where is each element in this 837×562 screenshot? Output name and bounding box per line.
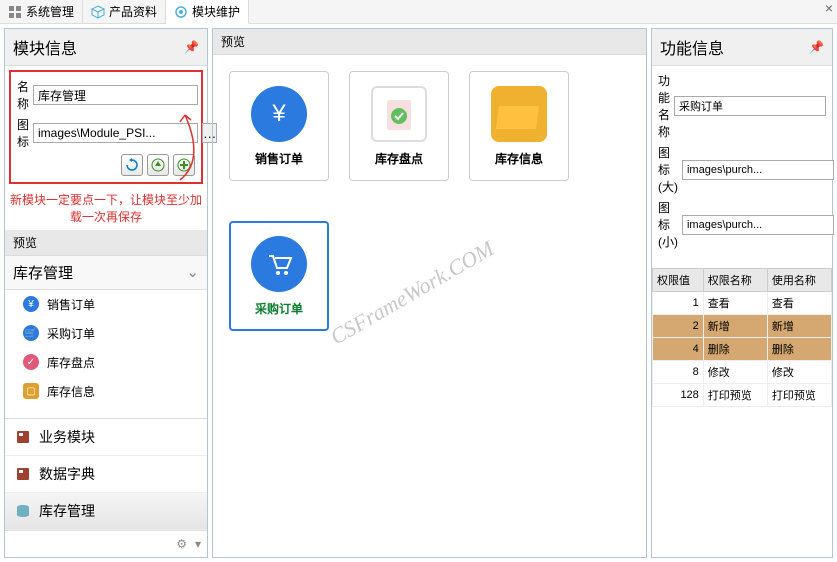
nav-label: 数据字典 xyxy=(39,464,95,484)
col-name[interactable]: 权限名称 xyxy=(703,269,767,292)
table-row[interactable]: 1 查看 查看 xyxy=(653,292,832,315)
card-stock-info[interactable]: 库存信息 xyxy=(469,71,569,181)
tab-label: 模块维护 xyxy=(192,3,240,20)
tree-item-label: 库存信息 xyxy=(47,383,95,400)
panel-title: 功能信息 xyxy=(660,35,724,59)
function-form: 功能名称 图标(大) … 图标(小) … xyxy=(652,66,832,260)
refresh-button[interactable] xyxy=(121,154,143,176)
nav-stock-manage[interactable]: 库存管理 xyxy=(5,493,207,530)
icon-small-label: 图标(小) xyxy=(658,199,678,250)
folder-icon: ▢ xyxy=(23,383,39,399)
col-use[interactable]: 使用名称 xyxy=(767,269,831,292)
card-label: 库存信息 xyxy=(495,150,543,167)
clipboard-icon xyxy=(371,86,427,142)
card-stock-check[interactable]: 库存盘点 xyxy=(349,71,449,181)
pin-icon[interactable]: 📌 xyxy=(809,40,824,54)
icon-big-label: 图标(大) xyxy=(658,144,678,195)
tree-item-sales-order[interactable]: ¥ 销售订单 xyxy=(5,290,207,319)
name-label: 名称 xyxy=(17,78,29,112)
folder-icon xyxy=(491,86,547,142)
tree-list: ¥ 销售订单 🛒 采购订单 ✓ 库存盘点 ▢ 库存信息 xyxy=(5,290,207,418)
tree-item-label: 采购订单 xyxy=(47,325,95,342)
move-up-button[interactable] xyxy=(147,154,169,176)
chevron-down-icon: ⌄ xyxy=(186,263,199,281)
tree-item-purchase-order[interactable]: 🛒 采购订单 xyxy=(5,319,207,348)
nav-business-module[interactable]: 业务模块 xyxy=(5,419,207,456)
nav-label: 业务模块 xyxy=(39,427,95,447)
check-icon: ✓ xyxy=(23,354,39,370)
tab-label: 产品资料 xyxy=(109,3,157,20)
tab-product-info[interactable]: 产品资料 xyxy=(83,0,166,23)
cart-icon xyxy=(251,236,307,292)
tree-item-label: 销售订单 xyxy=(47,296,95,313)
database-icon xyxy=(15,503,31,519)
main-layout: 模块信息 📌 名称 图标 … 新模块一定要点一下，让模块至少加载一次再保存 xyxy=(0,24,837,562)
nav-data-dict[interactable]: 数据字典 xyxy=(5,456,207,493)
tab-label: 系统管理 xyxy=(26,3,74,20)
col-value[interactable]: 权限值 xyxy=(653,269,704,292)
icon-label: 图标 xyxy=(17,116,29,150)
gear-icon[interactable]: ⚙ xyxy=(176,537,187,551)
panel-title: 模块信息 xyxy=(13,35,77,59)
icon-input[interactable] xyxy=(33,123,198,143)
table-row[interactable]: 4 删除 删除 xyxy=(653,338,832,361)
bottom-nav: 业务模块 数据字典 库存管理 ⚙ ▾ xyxy=(5,418,207,557)
preview-section-header: 预览 xyxy=(5,230,207,256)
table-row[interactable]: 128 打印预览 打印预览 xyxy=(653,384,832,407)
grid-icon xyxy=(8,5,22,19)
left-panel: 模块信息 📌 名称 图标 … 新模块一定要点一下，让模块至少加载一次再保存 xyxy=(4,28,208,558)
tab-system-manage[interactable]: 系统管理 xyxy=(0,0,83,23)
cube-icon xyxy=(91,5,105,19)
tree-title: 库存管理 xyxy=(13,262,73,283)
function-info-header: 功能信息 📌 xyxy=(652,29,832,66)
module-info-header: 模块信息 📌 xyxy=(5,29,207,66)
pin-icon[interactable]: 📌 xyxy=(184,40,199,54)
card-label: 库存盘点 xyxy=(375,150,423,167)
table-header-row: 权限值 权限名称 使用名称 xyxy=(653,269,832,292)
center-panel: 预览 ¥ 销售订单 库存盘点 库存信息 xyxy=(212,28,647,558)
icon-small-input[interactable] xyxy=(682,215,834,235)
card-label: 采购订单 xyxy=(255,300,303,317)
card-sales-order[interactable]: ¥ 销售订单 xyxy=(229,71,329,181)
table-row[interactable]: 8 修改 修改 xyxy=(653,361,832,384)
permissions-table: 权限值 权限名称 使用名称 1 查看 查看 2 新增 新增 4 xyxy=(652,268,832,407)
nav-label: 库存管理 xyxy=(39,501,95,521)
tree-header[interactable]: 库存管理 ⌄ xyxy=(5,256,207,290)
name-input[interactable] xyxy=(33,85,198,105)
bottom-toolbar: ⚙ ▾ xyxy=(5,530,207,557)
func-name-label: 功能名称 xyxy=(658,72,670,140)
book-icon xyxy=(15,429,31,445)
hint-text: 新模块一定要点一下，让模块至少加载一次再保存 xyxy=(5,188,207,230)
icon-big-input[interactable] xyxy=(682,160,834,180)
tab-module-maintain[interactable]: 模块维护 xyxy=(166,0,249,24)
card-purchase-order[interactable]: 采购订单 xyxy=(229,221,329,331)
chevron-down-icon[interactable]: ▾ xyxy=(195,537,201,551)
tab-bar: 系统管理 产品资料 模块维护 × xyxy=(0,0,837,24)
book-icon xyxy=(15,466,31,482)
preview-grid: ¥ 销售订单 库存盘点 库存信息 xyxy=(213,55,646,347)
center-preview-header: 预览 xyxy=(213,29,646,55)
table-row[interactable]: 2 新增 新增 xyxy=(653,315,832,338)
cart-icon: 🛒 xyxy=(23,325,39,341)
gear-icon xyxy=(174,5,188,19)
panel-title: 预览 xyxy=(221,33,245,50)
card-label: 销售订单 xyxy=(255,150,303,167)
coin-icon: ¥ xyxy=(251,86,307,142)
tree-item-label: 库存盘点 xyxy=(47,354,95,371)
preview-label: 预览 xyxy=(13,234,37,251)
tab-close-button[interactable]: × xyxy=(821,0,837,23)
right-panel: 功能信息 📌 功能名称 图标(大) … 图标(小) … xyxy=(651,28,833,558)
coin-icon: ¥ xyxy=(23,296,39,312)
tree-item-stock-check[interactable]: ✓ 库存盘点 xyxy=(5,348,207,377)
func-name-input[interactable] xyxy=(674,96,826,116)
add-button[interactable] xyxy=(173,154,195,176)
tree-item-stock-info[interactable]: ▢ 库存信息 xyxy=(5,377,207,406)
module-form: 名称 图标 … xyxy=(9,70,203,184)
